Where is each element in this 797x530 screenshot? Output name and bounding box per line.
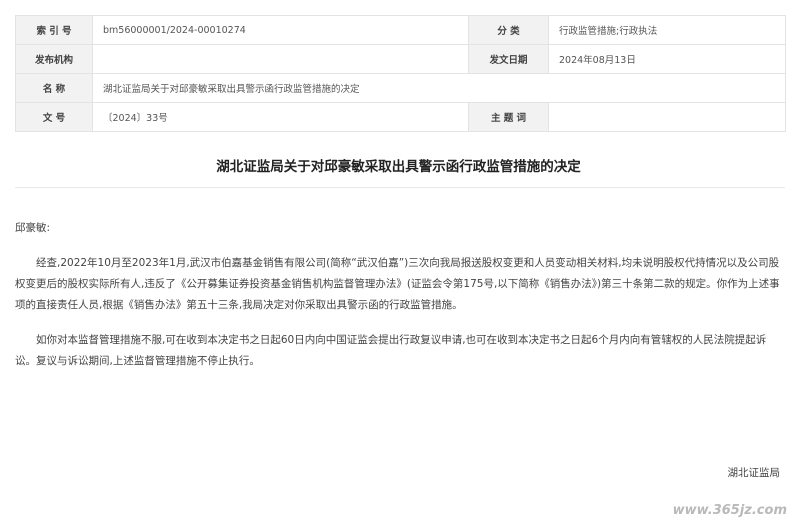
metadata-row-index: 索 引 号 bm56000001/2024-00010274 分 类 行政监管措… [15,15,786,45]
metadata-row-docno: 文 号 〔2024〕33号 主 题 词 [15,102,786,132]
docno-value: 〔2024〕33号 [92,102,469,132]
issuer-signature: 湖北证监局 [727,467,781,479]
body-paragraph-appeal: 如你对本监督管理措施不服,可在收到本决定书之日起60日内向中国证监会提出行政复议… [15,334,767,367]
date-value: 2024年08月13日 [548,44,786,74]
category-value: 行政监管措施;行政执法 [548,15,786,45]
name-label: 名 称 [15,73,93,103]
metadata-row-issuer: 发布机构 发文日期 2024年08月13日 [15,44,786,74]
body-paragraph-findings: 经查,2022年10月至2023年1月,武汉市伯嘉基金销售有限公司(简称“武汉伯… [15,257,780,311]
site-watermark: www.365jz.com [672,503,787,518]
docno-label: 文 号 [15,102,93,132]
index-label: 索 引 号 [15,15,93,45]
document-title: 湖北证监局关于对邱豪敏采取出具警示函行政监管措施的决定 [216,159,581,175]
subject-label: 主 题 词 [468,102,549,132]
subject-value [548,102,786,132]
issuer-label: 发布机构 [15,44,93,74]
document-metadata-table: 索 引 号 bm56000001/2024-00010274 分 类 行政监管措… [15,15,786,132]
salutation: 邱豪敏: [15,222,51,234]
index-value: bm56000001/2024-00010274 [92,15,469,45]
category-label: 分 类 [468,15,549,45]
title-divider [15,187,785,188]
document-body: 邱豪敏: 经查,2022年10月至2023年1月,武汉市伯嘉基金销售有限公司(简… [15,218,785,372]
metadata-row-name: 名 称 湖北证监局关于对邱豪敏采取出具警示函行政监管措施的决定 [15,73,786,103]
name-value: 湖北证监局关于对邱豪敏采取出具警示函行政监管措施的决定 [92,73,786,103]
issuer-value [92,44,469,74]
date-label: 发文日期 [468,44,549,74]
